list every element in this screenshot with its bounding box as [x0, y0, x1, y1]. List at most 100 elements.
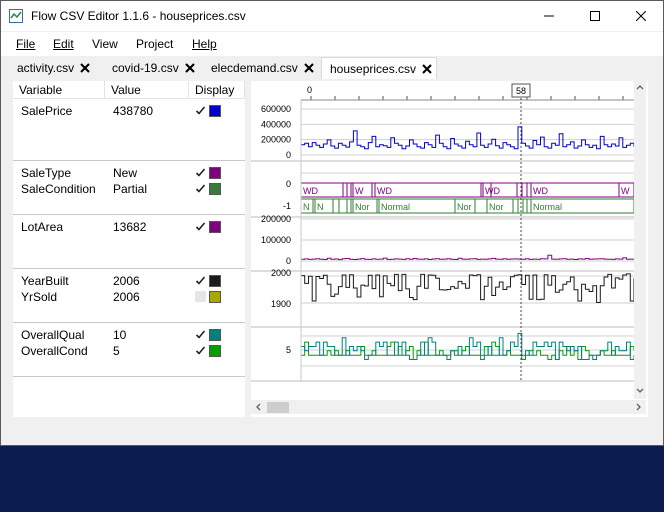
series-line	[301, 341, 634, 360]
tab-activity[interactable]: activity.csv	[9, 59, 90, 79]
variable-value: 438780	[113, 104, 154, 118]
close-button[interactable]	[618, 1, 663, 31]
checkmark-icon[interactable]	[195, 221, 206, 232]
sale-condition-label: Normal	[381, 202, 410, 212]
sale-type-label: WD	[485, 186, 500, 196]
sale-type-label: W	[621, 186, 630, 196]
checkbox-icon[interactable]	[195, 291, 206, 302]
y-tick-label: 1900	[271, 299, 291, 309]
title-bar[interactable]: Flow CSV Editor 1.1.6 - houseprices.csv	[1, 1, 663, 31]
checkmark-icon[interactable]	[195, 167, 206, 178]
app-logo-icon	[9, 9, 23, 23]
sale-condition-label: Nor	[457, 202, 472, 212]
variable-value: New	[113, 166, 138, 180]
file-tab-bar: activity.csv covid-19.csv elecdemand.csv…	[1, 57, 663, 79]
maximize-icon	[590, 11, 600, 21]
y-tick-label: 100000	[261, 235, 291, 245]
tab-content: Variable Value Display SalePrice 438780 Sa…	[3, 79, 661, 422]
variable-row[interactable]: OverallCond 5	[13, 343, 245, 359]
variable-group: LotArea 13682	[13, 217, 245, 269]
variable-row[interactable]: YrSold 2006	[13, 289, 245, 305]
tab-close-icon[interactable]	[422, 64, 432, 74]
y-tick-label: 0	[286, 179, 291, 189]
menu-file[interactable]: File	[16, 37, 35, 51]
time-series-plots[interactable]: 0 58 600000 400000 200000 0 0 -1 WD W WD WD WD W N N Nor…	[251, 81, 634, 399]
variable-name: YrSold	[21, 290, 58, 304]
menu-project[interactable]: Project	[136, 37, 173, 51]
variable-value: Partial	[113, 182, 148, 196]
variable-value: 10	[113, 328, 127, 342]
tab-covid-19[interactable]: covid-19.csv	[104, 59, 195, 79]
y-tick-label: 5	[286, 345, 291, 355]
y-tick-label: 2000	[271, 268, 291, 278]
series-color-swatch[interactable]	[209, 183, 221, 195]
tab-close-icon[interactable]	[184, 63, 195, 73]
column-header-value[interactable]: Value	[105, 81, 189, 99]
variable-group: SaleType New SaleCondition Partial	[13, 163, 245, 215]
variable-row[interactable]: LotArea 13682	[13, 219, 245, 235]
variable-row[interactable]: YearBuilt 2006	[13, 273, 245, 289]
y-tick-label: 400000	[261, 119, 291, 129]
series-line	[301, 254, 634, 261]
variable-row[interactable]: SaleType New	[13, 165, 245, 181]
variable-group: OverallQual 10 OverallCond 5	[13, 325, 245, 377]
checkmark-icon[interactable]	[195, 275, 206, 286]
series-color-swatch[interactable]	[209, 291, 221, 303]
variable-value: 2006	[113, 274, 140, 288]
minimize-button[interactable]	[526, 1, 572, 31]
series-color-swatch[interactable]	[209, 329, 221, 341]
series-color-swatch[interactable]	[209, 167, 221, 179]
variable-row[interactable]: OverallQual 10	[13, 327, 245, 343]
menu-help[interactable]: Help	[192, 37, 217, 51]
column-header-display[interactable]: Display	[189, 81, 245, 99]
menu-bar: File Edit View Project Help	[1, 32, 663, 56]
variable-name: OverallCond	[21, 344, 88, 358]
checkmark-icon[interactable]	[195, 183, 206, 194]
checkmark-icon[interactable]	[195, 329, 206, 340]
horizontal-scrollbar[interactable]	[251, 400, 646, 414]
menu-edit[interactable]: Edit	[53, 37, 74, 51]
variable-value: 5	[113, 344, 120, 358]
variable-name: SalePrice	[21, 104, 73, 118]
cursor-position-label: 58	[516, 86, 526, 96]
app-window: Flow CSV Editor 1.1.6 - houseprices.csv …	[0, 0, 664, 446]
sale-condition-label: N	[303, 202, 310, 212]
variable-name: YearBuilt	[21, 274, 69, 288]
column-header-variable[interactable]: Variable	[13, 81, 105, 99]
tab-close-icon[interactable]	[80, 63, 90, 73]
sale-type-label: WD	[377, 186, 392, 196]
tab-close-icon[interactable]	[304, 63, 314, 73]
y-tick-label: 200000	[261, 135, 291, 145]
checkmark-icon[interactable]	[195, 345, 206, 356]
sale-type-label: W	[355, 186, 364, 196]
window-title: Flow CSV Editor 1.1.6 - houseprices.csv	[31, 9, 246, 23]
tab-elecdemand[interactable]: elecdemand.csv	[203, 59, 314, 79]
series-color-swatch[interactable]	[209, 221, 221, 233]
variable-group: SalePrice 438780	[13, 101, 245, 161]
variable-name: SaleCondition	[21, 182, 96, 196]
horizontal-scroll-thumb[interactable]	[267, 402, 289, 413]
series-color-swatch[interactable]	[209, 275, 221, 287]
x-axis-start-label: 0	[307, 85, 312, 95]
variable-panel: Variable Value Display SalePrice 438780 Sa…	[13, 81, 245, 417]
minimize-icon	[544, 15, 554, 17]
series-line	[301, 126, 634, 150]
checkmark-icon[interactable]	[195, 105, 206, 116]
vertical-scrollbar[interactable]	[634, 81, 646, 399]
variable-row[interactable]: SalePrice 438780	[13, 103, 245, 119]
maximize-button[interactable]	[572, 1, 618, 31]
menu-view[interactable]: View	[92, 37, 118, 51]
y-tick-label: 600000	[261, 104, 291, 114]
status-bar	[1, 423, 663, 445]
variable-row[interactable]: SaleCondition Partial	[13, 181, 245, 197]
series-color-swatch[interactable]	[209, 345, 221, 357]
sale-condition-label: Nor	[355, 202, 370, 212]
sale-condition-label: Normal	[533, 202, 562, 212]
series-color-swatch[interactable]	[209, 105, 221, 117]
tab-houseprices[interactable]: houseprices.csv	[321, 57, 437, 79]
variable-group: YearBuilt 2006 YrSold 2006	[13, 271, 245, 323]
plot-area: 0 58 600000 400000 200000 0 0 -1 WD W WD WD WD W N N Nor…	[251, 81, 648, 417]
y-tick-label: 200000	[261, 214, 291, 224]
y-tick-label: 0	[286, 150, 291, 160]
sale-condition-label: Nor	[489, 202, 504, 212]
